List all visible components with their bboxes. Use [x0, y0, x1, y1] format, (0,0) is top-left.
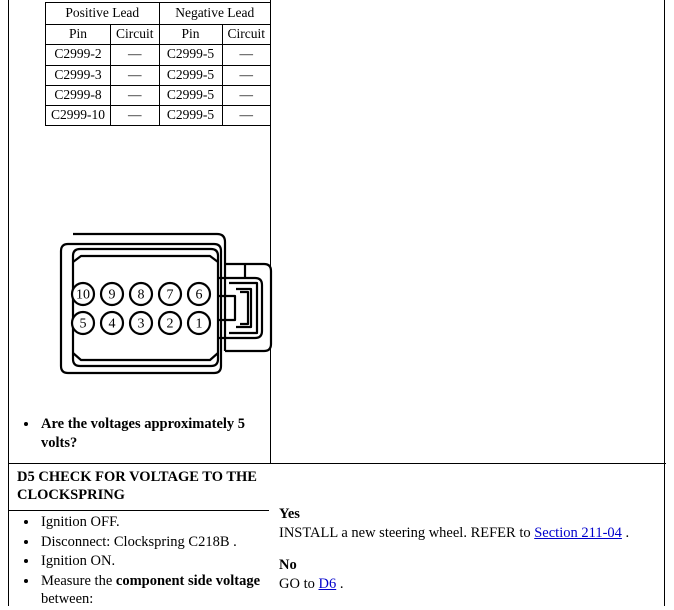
pin-label-2: 2	[167, 317, 174, 332]
list-item: Are the voltages approximately 5 volts?	[39, 415, 267, 453]
result-yes-text: INSTALL a new steering wheel. REFER to S…	[279, 524, 666, 543]
table-row: C2999-8 — C2999-5 —	[45, 84, 271, 106]
result-no-text-after: .	[336, 575, 344, 592]
action-cell-d5-steps: Ignition OFF. Disconnect: Clockspring C2…	[9, 513, 267, 610]
pin-lead-table: Positive Lead Negative Lead Pin Circuit …	[45, 1, 271, 127]
list-item: Disconnect: Clockspring C218B .	[39, 533, 267, 553]
action-column: Positive Lead Negative Lead Pin Circuit …	[9, 0, 273, 607]
action-cell-measure-voltages: Positive Lead Negative Lead Pin Circuit …	[9, 0, 273, 464]
cell-positive-pin: C2999-2	[45, 44, 111, 66]
list-item: Ignition ON.	[39, 552, 267, 572]
cell-negative-pin: C2999-5	[158, 104, 223, 127]
table-group-header-row: Positive Lead Negative Lead	[45, 1, 271, 26]
cell-negative-circuit: —	[221, 64, 271, 86]
cell-negative-pin: C2999-5	[158, 64, 223, 86]
cell-positive-circuit: —	[110, 104, 160, 127]
result-yes-label: Yes	[279, 506, 300, 522]
cell-negative-pin: C2999-5	[158, 84, 223, 106]
section-header-d5: D5 CHECK FOR VOLTAGE TO THE CLOCKSPRING	[9, 463, 269, 511]
result-cell-empty	[271, 0, 666, 464]
list-item-measure: Measure the component side voltage betwe…	[39, 572, 267, 610]
connector-pinout-diagram: 10 9 8 7 6 5 4 3 2 1	[59, 226, 284, 391]
link-d6[interactable]: D6	[318, 576, 336, 592]
table-row: C2999-3 — C2999-5 —	[45, 64, 271, 86]
result-yes-text-after: .	[621, 524, 630, 541]
pin-label-10: 10	[76, 288, 90, 303]
result-no-label: No	[279, 556, 297, 573]
result-no-text-before: GO to	[279, 575, 319, 592]
section-header-d5-title: D5 CHECK FOR VOLTAGE TO THE CLOCKSPRING	[17, 469, 257, 503]
cell-positive-circuit: —	[110, 44, 160, 66]
col-header-circuit-negative: Circuit	[221, 24, 271, 46]
cell-positive-pin: C2999-8	[45, 84, 111, 106]
result-cell-d5: Yes INSTALL a new steering wheel. REFER …	[271, 463, 666, 593]
question-list: Are the voltages approximately 5 volts?	[9, 415, 267, 453]
result-yes-text-before: INSTALL a new steering wheel. REFER to	[279, 524, 535, 541]
question-block: Are the voltages approximately 5 volts?	[9, 415, 267, 453]
result-no-text: GO to D6 .	[279, 575, 666, 594]
pin-label-7: 7	[167, 288, 174, 303]
pin-label-5: 5	[80, 317, 87, 332]
cell-positive-pin: C2999-3	[45, 64, 111, 86]
col-header-pin-positive: Pin	[45, 24, 111, 46]
cell-positive-pin: C2999-10	[45, 104, 111, 127]
negative-lead-header: Negative Lead	[158, 1, 271, 26]
table-row: C2999-2 — C2999-5 —	[45, 44, 271, 66]
cell-negative-circuit: —	[221, 104, 271, 127]
result-column: Yes INSTALL a new steering wheel. REFER …	[270, 0, 666, 592]
cell-positive-circuit: —	[110, 64, 160, 86]
pin-label-4: 4	[109, 317, 116, 332]
pin-label-9: 9	[109, 288, 116, 303]
table-row: C2999-10 — C2999-5 —	[45, 104, 271, 127]
table-column-header-row: Pin Circuit Pin Circuit	[45, 24, 271, 46]
pin-label-1: 1	[196, 317, 203, 332]
cell-negative-circuit: —	[221, 84, 271, 106]
result-spacer	[279, 543, 666, 556]
pin-label-3: 3	[138, 317, 145, 332]
cell-positive-circuit: —	[110, 84, 160, 106]
pin-label-8: 8	[138, 288, 145, 303]
measure-prefix: Measure the	[41, 572, 116, 589]
d5-step-list: Ignition OFF. Disconnect: Clockspring C2…	[9, 513, 267, 610]
diagnostic-table-frame: Positive Lead Negative Lead Pin Circuit …	[8, 0, 666, 607]
col-header-pin-negative: Pin	[158, 24, 223, 46]
list-item: Ignition OFF.	[39, 513, 267, 533]
pin-label-6: 6	[196, 288, 203, 303]
positive-lead-header: Positive Lead	[45, 1, 160, 26]
col-header-circuit-positive: Circuit	[110, 24, 160, 46]
measure-suffix: between:	[41, 591, 94, 608]
link-section-211-04[interactable]: Section 211-04	[534, 525, 622, 541]
measure-emphasis: component side voltage	[115, 572, 261, 589]
cell-negative-circuit: —	[221, 44, 271, 66]
cell-negative-pin: C2999-5	[158, 44, 223, 66]
